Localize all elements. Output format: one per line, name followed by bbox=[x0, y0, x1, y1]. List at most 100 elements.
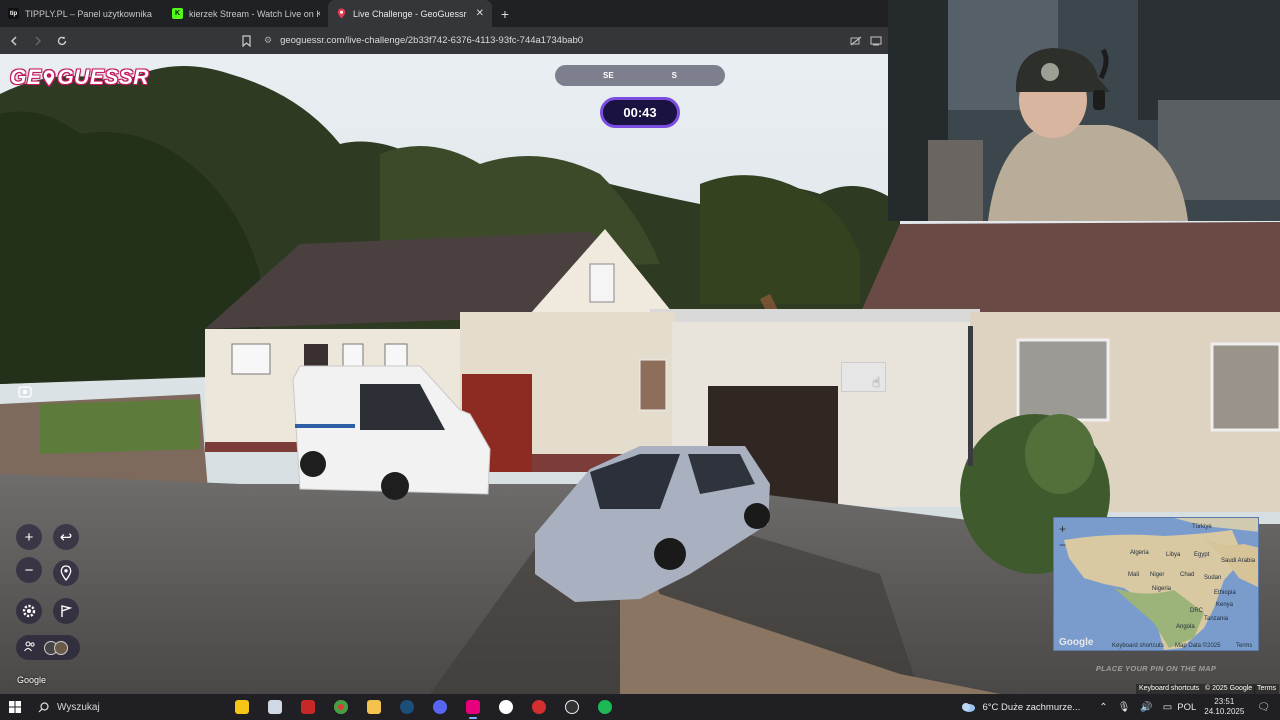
clock-time: 23:51 bbox=[1214, 697, 1235, 706]
tab-tipply[interactable]: tip TIPPLY.PL – Panel użytkownika bbox=[0, 0, 164, 27]
browser-tab-strip: tip TIPPLY.PL – Panel użytkownika K kier… bbox=[0, 0, 888, 27]
start-button[interactable] bbox=[0, 694, 30, 720]
steam-app-icon[interactable] bbox=[395, 696, 419, 718]
location-pin-icon bbox=[60, 565, 72, 581]
tab-label: Live Challenge - GeoGuessr bbox=[353, 8, 467, 19]
forward-arrow-icon[interactable] bbox=[28, 31, 48, 51]
compass-direction-s: S bbox=[671, 71, 677, 80]
tab-label: TIPPLY.PL – Panel użytkownika bbox=[25, 8, 152, 19]
logo-text-left: GE bbox=[10, 66, 42, 89]
flag-icon bbox=[61, 605, 73, 617]
map-label: Angola bbox=[1176, 624, 1195, 630]
file-app-icon[interactable] bbox=[263, 696, 287, 718]
google-logo: Google bbox=[17, 675, 47, 685]
copyright-text: © 2025 Google bbox=[1202, 684, 1256, 694]
map-label: Tanzania bbox=[1204, 616, 1229, 622]
zoom-out-button[interactable]: − bbox=[16, 557, 42, 583]
site-info-icon[interactable]: ⚙ bbox=[264, 35, 272, 46]
reload-icon[interactable] bbox=[52, 31, 72, 51]
windows-taskbar: Wyszukaj 6°C Duże zachmurze... ⌃ 🎙 🔊 ▭ P… bbox=[0, 694, 1280, 720]
back-arrow-icon[interactable] bbox=[4, 31, 24, 51]
discord-app-icon[interactable] bbox=[428, 696, 452, 718]
file-explorer-app-icon[interactable] bbox=[362, 696, 386, 718]
guess-minimap[interactable]: + − Türkiye Algeria Libya Egypt Saudi Ar… bbox=[1053, 517, 1259, 651]
kick-favicon-icon: K bbox=[172, 8, 183, 19]
chrome-app-icon[interactable] bbox=[329, 696, 353, 718]
pinned-apps bbox=[230, 694, 617, 720]
flag-button[interactable] bbox=[53, 598, 79, 624]
address-bar[interactable]: ⚙ geoguessr.com/live-challenge/2b33f742-… bbox=[230, 30, 880, 51]
players-pill[interactable] bbox=[16, 635, 80, 660]
tab-label: kierzek Stream - Watch Live on Kick bbox=[189, 8, 320, 19]
tracking-off-icon[interactable] bbox=[846, 31, 866, 51]
battlenet-app-icon[interactable] bbox=[527, 696, 551, 718]
map-label: DRC bbox=[1190, 608, 1203, 614]
settings-button[interactable] bbox=[16, 598, 42, 624]
tab-kick[interactable]: K kierzek Stream - Watch Live on Kick bbox=[164, 0, 328, 27]
map-label: Algeria bbox=[1130, 550, 1149, 556]
map-label: Kenya bbox=[1216, 602, 1234, 608]
taskbar-clock[interactable]: 23:51 24.10.2025 bbox=[1204, 697, 1244, 717]
cast-icon[interactable] bbox=[866, 31, 886, 51]
webcam-overlay bbox=[888, 0, 1280, 221]
browser-toolbar: ⚙ geoguessr.com/live-challenge/2b33f742-… bbox=[0, 27, 888, 54]
round-timer: 00:43 bbox=[600, 97, 680, 128]
map-label: Libya bbox=[1166, 552, 1181, 558]
map-label: Egypt bbox=[1194, 552, 1210, 558]
geoguessr-logo[interactable]: GE GUESSR bbox=[10, 66, 149, 90]
search-placeholder: Wyszukaj bbox=[57, 701, 100, 713]
clock-date: 24.10.2025 bbox=[1204, 707, 1245, 716]
players-icon bbox=[24, 641, 36, 655]
minimap-zoom-in-button[interactable]: + bbox=[1059, 522, 1066, 536]
windows-logo-icon bbox=[9, 701, 21, 713]
compass-bar: SE S bbox=[555, 65, 725, 86]
search-icon bbox=[38, 701, 49, 712]
media-app-icon[interactable] bbox=[296, 696, 320, 718]
speaker-icon[interactable]: 🔊 bbox=[1140, 702, 1152, 713]
minimap-google-logo: Google bbox=[1059, 637, 1094, 648]
microphone-icon[interactable]: 🎙 bbox=[1118, 702, 1131, 713]
network-icon[interactable]: ▭ bbox=[1163, 702, 1172, 713]
streaming-app-icon[interactable] bbox=[461, 696, 485, 719]
hand-cursor-icon: ☝ bbox=[872, 374, 881, 390]
report-location-icon[interactable] bbox=[12, 379, 38, 405]
undo-move-button[interactable]: ↩ bbox=[53, 524, 79, 550]
weather-widget[interactable]: 6°C Duże zachmurze... bbox=[960, 701, 1080, 713]
return-to-start-button[interactable] bbox=[53, 560, 79, 586]
weather-text: 6°C Duże zachmurze... bbox=[982, 701, 1081, 713]
streamer-webcam-image bbox=[888, 0, 1280, 221]
map-label: Chad bbox=[1180, 572, 1195, 578]
minimap-map-data: Map Data ©2025 bbox=[1175, 643, 1221, 649]
close-tab-icon[interactable]: ✕ bbox=[476, 8, 484, 19]
new-tab-button[interactable]: + bbox=[492, 0, 518, 27]
place-pin-hint: PLACE YOUR PIN ON THE MAP bbox=[1095, 664, 1217, 673]
map-label: Ethiopia bbox=[1214, 590, 1236, 596]
map-label: Saudi Arabia bbox=[1221, 558, 1256, 564]
chevron-up-icon[interactable]: ⌃ bbox=[1099, 702, 1107, 713]
map-label: Sudan bbox=[1204, 575, 1222, 581]
minimap-keyboard-shortcuts-link[interactable]: Keyboard shortcuts bbox=[1112, 643, 1164, 649]
sticky-notes-app-icon[interactable] bbox=[230, 696, 254, 718]
tipply-favicon-icon: tip bbox=[8, 8, 19, 19]
zoom-in-button[interactable]: + bbox=[16, 524, 42, 550]
spotify-app-icon[interactable] bbox=[593, 696, 617, 718]
logo-pin-icon bbox=[42, 68, 57, 88]
language-indicator[interactable]: POL bbox=[1177, 702, 1196, 713]
settings-app-icon[interactable] bbox=[494, 696, 518, 718]
taskbar-search[interactable]: Wyszukaj bbox=[30, 694, 220, 720]
cloud-icon bbox=[962, 703, 976, 712]
geoguessr-pin-favicon-icon bbox=[336, 8, 347, 19]
minimap-terrain bbox=[1064, 518, 1258, 650]
minimap-zoom-out-button[interactable]: − bbox=[1059, 538, 1066, 552]
keyboard-shortcuts-link[interactable]: Keyboard shortcuts bbox=[1136, 684, 1203, 694]
minimap-terms-link[interactable]: Terms bbox=[1236, 643, 1252, 649]
notifications-icon[interactable]: 🗨 bbox=[1257, 702, 1270, 713]
gear-icon bbox=[22, 604, 36, 618]
url-text: geoguessr.com/live-challenge/2b33f742-63… bbox=[280, 35, 584, 46]
avatar bbox=[54, 640, 68, 655]
tab-geoguessr[interactable]: Live Challenge - GeoGuessr ✕ bbox=[328, 0, 492, 27]
terms-link[interactable]: Terms bbox=[1254, 684, 1280, 694]
obs-app-icon[interactable] bbox=[560, 696, 584, 718]
map-label: Nigeria bbox=[1152, 586, 1172, 592]
compass-direction-se: SE bbox=[602, 71, 614, 80]
